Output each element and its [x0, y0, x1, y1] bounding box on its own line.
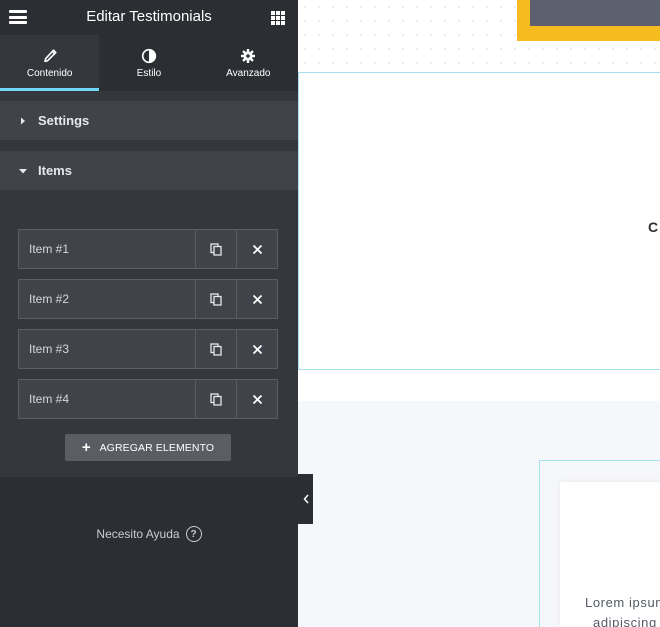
copy-icon [210, 292, 222, 306]
item-title[interactable]: Item #4 [19, 380, 195, 418]
tab-label: Avanzado [226, 68, 271, 79]
add-item-button[interactable]: + AGREGAR ELEMENTO [65, 434, 231, 461]
copy-icon [210, 242, 222, 256]
repeater-item: Item #3 [18, 329, 278, 369]
collapse-panel-button[interactable] [298, 474, 313, 524]
editor-window: Editar Testimonials Contenido Estilo Ava… [0, 0, 660, 627]
close-icon [252, 344, 262, 354]
testimonial-text-line: Lorem ipsum [585, 595, 660, 610]
section-label: Items [38, 163, 72, 178]
preview-canvas: C Lorem ipsum adipiscing [298, 0, 660, 627]
close-icon [252, 244, 262, 254]
help-link[interactable]: Necesito Ayuda ? [0, 526, 298, 542]
plus-icon: + [81, 439, 91, 456]
tab-label: Estilo [136, 68, 162, 79]
remove-button[interactable] [236, 380, 277, 418]
close-icon [252, 394, 262, 404]
grid-icon[interactable] [271, 11, 285, 25]
chevron-left-icon [303, 494, 309, 504]
panel-header: Editar Testimonials [0, 0, 298, 35]
close-icon [252, 294, 262, 304]
question-icon: ? [185, 526, 202, 542]
section-label: Settings [38, 113, 90, 128]
tab-estilo[interactable]: Estilo [99, 35, 198, 91]
section-settings[interactable]: Settings [0, 101, 298, 140]
editor-panel: Editar Testimonials Contenido Estilo Ava… [0, 0, 298, 627]
item-title[interactable]: Item #2 [19, 280, 195, 318]
add-item-label: AGREGAR ELEMENTO [99, 441, 215, 454]
selected-section[interactable] [298, 72, 660, 370]
tab-avanzado[interactable]: Avanzado [199, 35, 298, 91]
remove-button[interactable] [236, 230, 277, 268]
tab-label: Contenido [26, 68, 73, 79]
help-label: Necesito Ayuda [96, 527, 180, 541]
remove-button[interactable] [236, 330, 277, 368]
contrast-icon [141, 48, 157, 64]
gear-icon [241, 49, 256, 63]
section-heading-fragment: C [648, 219, 659, 235]
tab-contenido[interactable]: Contenido [0, 35, 100, 91]
copy-icon [210, 392, 222, 406]
preview-image [530, 0, 660, 26]
caret-down-icon [19, 168, 27, 173]
panel-title: Editar Testimonials [86, 8, 212, 25]
duplicate-button[interactable] [195, 380, 236, 418]
copy-icon [210, 342, 222, 356]
duplicate-button[interactable] [195, 280, 236, 318]
duplicate-button[interactable] [195, 230, 236, 268]
repeater-item: Item #2 [18, 279, 278, 319]
item-title[interactable]: Item #1 [19, 230, 195, 268]
item-title[interactable]: Item #3 [19, 330, 195, 368]
repeater-item: Item #4 [18, 379, 278, 419]
active-tab-indicator [0, 88, 100, 91]
panel-tabs: Contenido Estilo Avanzado [0, 35, 298, 91]
pencil-icon [43, 49, 57, 63]
repeater-item: Item #1 [18, 229, 278, 269]
duplicate-button[interactable] [195, 330, 236, 368]
caret-right-icon [21, 117, 25, 124]
panel-footer: Necesito Ayuda ? [0, 477, 298, 627]
section-items[interactable]: Items [0, 151, 298, 190]
testimonial-text-line: adipiscing [593, 615, 657, 627]
remove-button[interactable] [236, 280, 277, 318]
